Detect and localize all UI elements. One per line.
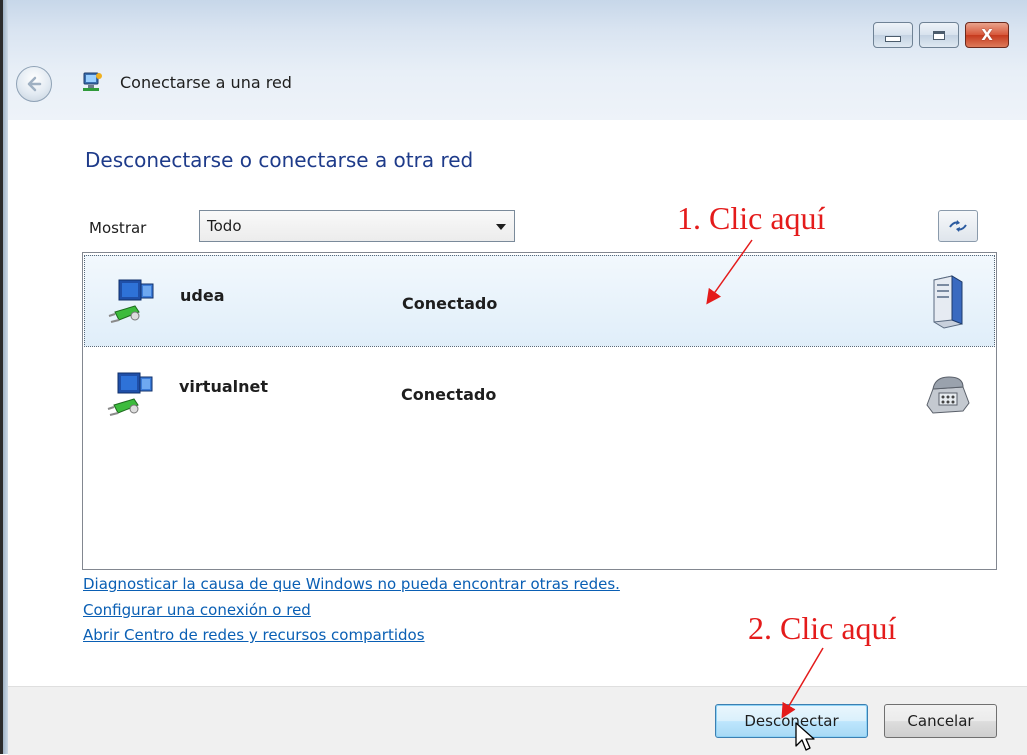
refresh-icon	[949, 220, 967, 232]
filter-label: Mostrar	[89, 219, 147, 237]
network-connection-icon	[107, 372, 153, 416]
cancel-button[interactable]: Cancelar	[884, 704, 997, 738]
diagnose-link[interactable]: Diagnosticar la causa de que Windows no …	[83, 575, 620, 593]
server-icon	[933, 275, 963, 329]
minimize-icon	[885, 36, 901, 42]
network-row-udea[interactable]: udea Conectado	[84, 255, 995, 347]
window-controls: X	[873, 22, 1009, 48]
phone-icon	[926, 376, 970, 414]
network-name: virtualnet	[179, 377, 269, 396]
refresh-button[interactable]	[938, 210, 978, 242]
window-border	[0, 0, 8, 754]
minimize-button[interactable]	[873, 22, 913, 48]
network-connection-icon	[108, 279, 154, 323]
maximize-icon	[933, 30, 945, 40]
network-status: Conectado	[401, 385, 497, 404]
mouse-pointer-icon	[795, 722, 815, 751]
network-center-link[interactable]: Abrir Centro de redes y recursos compart…	[83, 626, 425, 644]
close-button[interactable]: X	[965, 22, 1009, 48]
title-bar: X	[8, 0, 1027, 120]
back-button[interactable]	[16, 66, 52, 102]
annotation-step-2: 2. Clic aquí	[748, 610, 897, 646]
setup-connection-link[interactable]: Configurar una conexión o red	[83, 601, 311, 619]
footer-bar	[8, 686, 1027, 755]
chevron-down-icon	[496, 224, 506, 230]
network-app-icon	[83, 72, 102, 91]
annotation-step-1: 1. Clic aquí	[677, 200, 826, 236]
connect-network-window: X Conectarse a una red Desconectarse o c…	[0, 0, 1027, 755]
filter-selected-value: Todo	[207, 217, 242, 235]
window-title: Conectarse a una red	[120, 73, 292, 92]
back-arrow-icon	[27, 76, 42, 92]
close-icon: X	[981, 25, 993, 44]
maximize-button[interactable]	[919, 22, 959, 48]
page-heading: Desconectarse o conectarse a otra red	[85, 148, 474, 172]
network-row-virtualnet[interactable]: virtualnet Conectado	[84, 349, 995, 441]
network-name: udea	[180, 286, 225, 305]
network-list: udea Conectado virtualnet Conectado	[82, 252, 997, 570]
network-status: Conectado	[402, 294, 498, 313]
show-filter-dropdown[interactable]: Todo	[199, 210, 515, 242]
disconnect-button[interactable]: Desconectar	[715, 704, 868, 738]
